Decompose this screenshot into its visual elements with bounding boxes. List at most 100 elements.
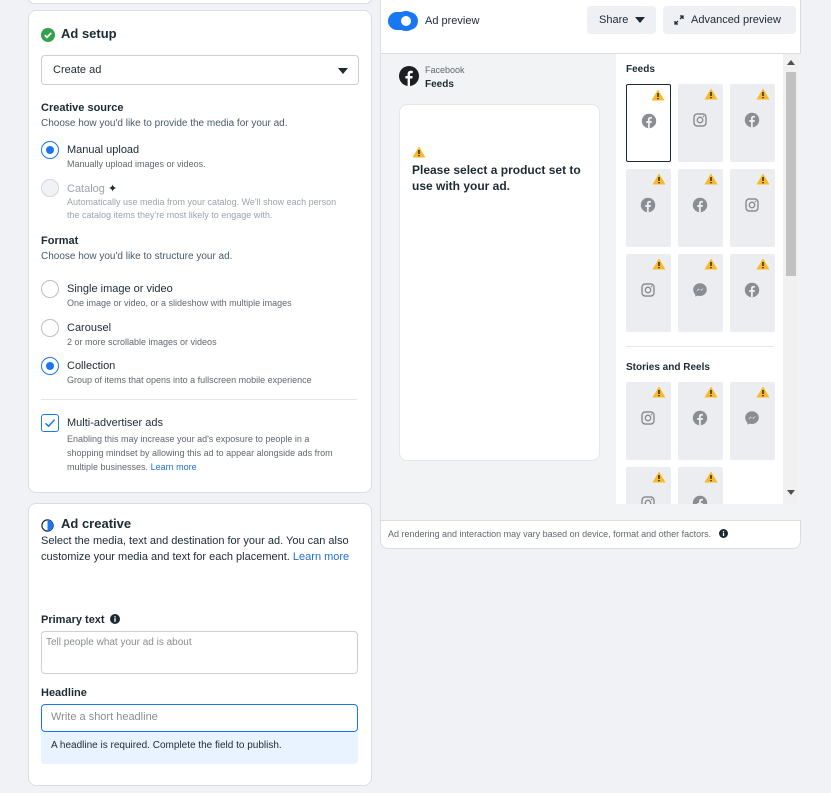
facebook-icon [692,410,708,431]
sparkle-icon: ✦ [107,183,118,195]
collection-radio[interactable] [41,357,59,375]
placement-thumbnail-facebook[interactable] [678,169,723,247]
toggle-knob [396,11,416,31]
catalog-desc-line1: Automatically use media from your catalo… [67,197,337,207]
warning-icon [756,172,770,190]
facebook-icon [640,197,656,218]
facebook-icon [692,197,708,218]
ad-setup-title: Ad setup [61,26,117,41]
facebook-logo-icon [399,66,419,86]
check-circle-icon [41,26,55,44]
ad-creative-learn-more-link[interactable]: Learn more [293,551,349,563]
scrollbar-thumb[interactable] [786,72,796,276]
headline-label: Headline [41,687,87,699]
creative-source-label: Creative source [41,102,124,114]
placement-thumbnail-facebook[interactable] [626,84,671,162]
divider [41,399,357,400]
learn-more-link[interactable]: Learn more [151,462,197,472]
create-ad-select-value: Create ad [53,64,102,76]
format-label: Format [41,235,79,247]
ad-preview-label: Ad preview [425,15,480,27]
carousel-title: Carousel [67,322,112,334]
multi-advertiser-checkbox[interactable] [41,414,59,432]
collection-title: Collection [67,360,116,372]
primary-text-input[interactable]: Tell people what your ad is about [41,631,358,674]
single-image-radio[interactable] [41,280,59,298]
preview-message-line2: use with your ad. [412,179,511,193]
facebook-icon [744,112,760,133]
multi-advertiser-title: Multi-advertiser ads [67,417,163,429]
instagram-icon [640,495,656,504]
create-ad-select[interactable]: Create ad [41,55,359,85]
single-image-title: Single image or video [67,283,173,295]
placement-thumbnails-panel: Feeds Stories and Reels [616,54,783,504]
advanced-preview-button[interactable]: Advanced preview [663,6,796,34]
manual-upload-desc: Manually upload images or videos. [67,159,206,169]
ad-preview-toggle[interactable] [388,11,418,31]
info-icon[interactable] [109,614,120,624]
ad-creative-title: Ad creative [61,516,132,531]
info-icon[interactable] [718,529,728,538]
previous-section-card [28,0,372,4]
checkmark-icon [44,419,56,428]
single-image-desc: One image or video, or a slideshow with … [67,298,292,308]
placement-thumbnail-messenger[interactable] [730,382,775,460]
platform-name: Facebook [425,65,465,75]
thumbnails-scrollbar[interactable] [783,54,799,504]
warning-icon [651,88,665,106]
warning-icon [652,385,666,403]
placement-thumbnail-instagram[interactable] [730,169,775,247]
collection-desc: Group of items that opens into a fullscr… [67,375,312,385]
share-button[interactable]: Share [587,6,656,34]
warning-icon [756,385,770,403]
placement-thumbnail-facebook[interactable] [626,169,671,247]
warning-icon [756,257,770,275]
placement-thumbnail-instagram[interactable] [626,467,671,504]
placement-thumbnail-instagram[interactable] [678,84,723,162]
warning-icon [704,385,718,403]
expand-icon [674,15,684,25]
placement-thumbnail-messenger[interactable] [678,254,723,332]
placement-thumbnail-instagram[interactable] [626,254,671,332]
feeds-section-title: Feeds [626,64,655,75]
manual-upload-title: Manual upload [67,144,140,156]
caret-down-icon [338,68,348,74]
preview-canvas: Facebook Feeds Please select a product s… [381,53,801,521]
ad-creative-desc-line2: customize your media and text for each p… [41,551,350,563]
ad-creative-card: Ad creative Select the media, text and d… [28,503,372,786]
facebook-icon [692,495,708,504]
placement-name: Feeds [425,79,454,90]
placement-thumbnail-instagram[interactable] [626,382,671,460]
carousel-radio[interactable] [41,319,59,337]
preview-phone-frame: Please select a product set to use with … [399,104,600,461]
share-button-label: Share [599,14,629,26]
carousel-desc: 2 or more scrollable images or videos [67,337,217,347]
scroll-down-icon[interactable] [787,490,795,495]
manual-upload-radio[interactable] [41,141,59,159]
scroll-up-icon[interactable] [787,60,795,65]
placement-thumbnail-facebook[interactable] [678,467,723,504]
warning-icon [704,470,718,488]
catalog-desc-line2: the catalog items they're most likely to… [67,210,273,220]
messenger-icon [744,410,760,431]
multi-advertiser-desc-line2: shopping mindset by allowing this ad to … [67,448,333,458]
catalog-radio[interactable] [41,179,59,197]
headline-input[interactable]: Write a short headline [41,704,358,732]
instagram-icon [692,112,708,133]
format-description: Choose how you'd like to structure your … [41,251,233,262]
headline-error-message: A headline is required. Complete the fie… [41,732,358,764]
placement-thumbnail-facebook[interactable] [730,254,775,332]
warning-icon [704,87,718,105]
placement-thumbnail-facebook[interactable] [730,84,775,162]
instagram-icon [640,410,656,431]
warning-icon [652,172,666,190]
placement-thumbnail-facebook[interactable] [678,382,723,460]
warning-icon [704,172,718,190]
ad-setup-card: Ad setup Create ad Creative source Choos… [28,10,372,493]
warning-icon [704,257,718,275]
preview-message-line1: Please select a product set to [412,163,581,177]
ad-preview-panel: Ad preview Share Advanced preview Facebo… [380,0,801,549]
creative-source-description: Choose how you'd like to provide the med… [41,118,288,129]
facebook-icon [641,113,657,134]
advanced-preview-label: Advanced preview [691,14,781,26]
